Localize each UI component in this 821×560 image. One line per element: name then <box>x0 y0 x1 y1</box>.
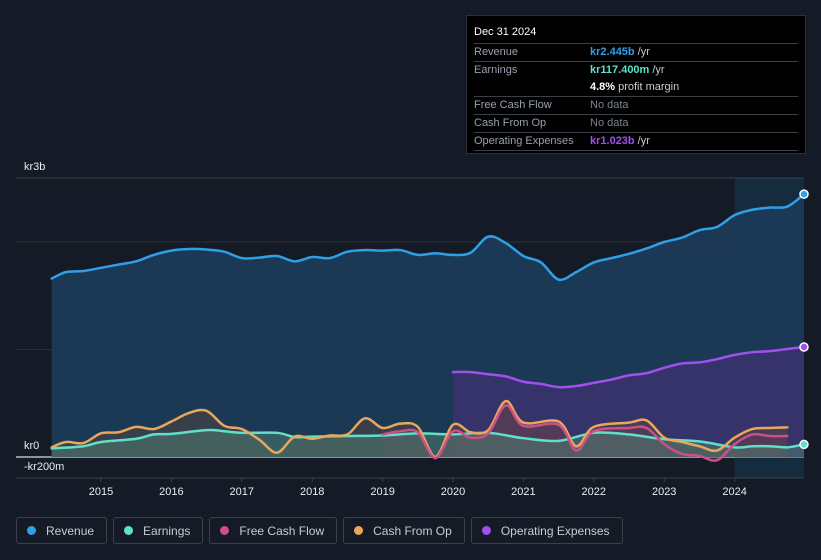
legend-label: Free Cash Flow <box>239 523 325 538</box>
tooltip-label: Earnings <box>474 64 518 76</box>
tooltip-row-earnings: Earnings kr117.400m /yr <box>474 62 798 79</box>
legend-label: Revenue <box>46 523 95 538</box>
revenue-endpoint <box>799 189 809 199</box>
tooltip-unit: /yr <box>652 64 665 76</box>
y-axis-label: kr3b <box>24 161 45 173</box>
x-tick-label: 2016 <box>159 486 183 498</box>
tooltip-label: Revenue <box>474 46 519 58</box>
x-tick-label: 2018 <box>300 486 324 498</box>
tooltip-row-cash-from-op: Cash From Op No data <box>474 115 798 133</box>
tooltip-label: Free Cash Flow <box>474 99 552 111</box>
y-axis-label: -kr200m <box>24 461 64 473</box>
tooltip-label <box>474 79 590 96</box>
tooltip-unit: /yr <box>637 135 650 147</box>
legend-item-free-cash-flow[interactable]: Free Cash Flow <box>209 517 338 544</box>
tooltip-row-profit-margin: 4.8% profit margin <box>474 79 798 97</box>
legend-dot-icon <box>27 526 36 535</box>
x-tick-label: 2020 <box>441 486 465 498</box>
x-tick-label: 2021 <box>511 486 535 498</box>
tooltip-date: Dec 31 2024 <box>474 24 798 44</box>
tooltip-row-free-cash-flow: Free Cash Flow No data <box>474 97 798 115</box>
legend-item-cash-from-op[interactable]: Cash From Op <box>343 517 465 544</box>
legend-label: Operating Expenses <box>500 523 610 538</box>
legend-item-revenue[interactable]: Revenue <box>16 517 108 544</box>
tooltip-nodata: No data <box>590 117 629 129</box>
x-tick-label: 2023 <box>652 486 676 498</box>
earnings-endpoint <box>799 439 809 450</box>
operating-expenses-endpoint <box>799 342 809 352</box>
profit-margin-value: 4.8% <box>590 81 616 93</box>
tooltip-row-operating-expenses: Operating Expenses kr1.023b /yr <box>474 133 798 151</box>
x-tick-label: 2015 <box>89 486 113 498</box>
x-axis-ticks: 2015 2016 2017 2018 2019 2020 2021 2022 2023 2024 <box>89 478 747 498</box>
legend-dot-icon <box>220 526 230 535</box>
data-tooltip: Dec 31 2024 Revenue kr2.445b /yr Earning… <box>466 15 806 154</box>
x-tick-label: 2017 <box>230 486 254 498</box>
legend-item-operating-expenses[interactable]: Operating Expenses <box>470 517 623 544</box>
x-tick-label: 2019 <box>370 486 394 498</box>
x-tick-label: 2024 <box>722 486 746 498</box>
legend-dot-icon <box>354 526 364 535</box>
tooltip-value: kr1.023b <box>590 135 635 147</box>
legend: Revenue Earnings Free Cash Flow Cash Fro… <box>16 517 623 544</box>
tooltip-label: Operating Expenses <box>474 135 574 147</box>
tooltip-value: kr117.400m <box>590 64 650 76</box>
legend-label: Cash From Op <box>373 523 452 538</box>
x-tick-label: 2022 <box>582 486 606 498</box>
y-axis-label: kr0 <box>24 440 39 452</box>
tooltip-unit: /yr <box>637 46 650 58</box>
tooltip-nodata: No data <box>590 99 629 111</box>
legend-dot-icon <box>481 526 491 535</box>
legend-label: Earnings <box>143 523 191 538</box>
tooltip-value: kr2.445b <box>590 46 635 58</box>
tooltip-row-revenue: Revenue kr2.445b /yr <box>474 44 798 62</box>
profit-margin-text: profit margin <box>618 81 680 93</box>
tooltip-label: Cash From Op <box>474 117 547 129</box>
legend-item-earnings[interactable]: Earnings <box>113 517 204 544</box>
legend-dot-icon <box>124 526 134 535</box>
